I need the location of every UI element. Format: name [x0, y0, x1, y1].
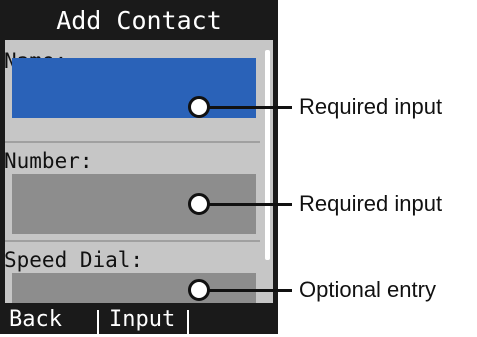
device-screen: Add Contact Name: Number: Speed Dial: Ba… [0, 0, 278, 334]
callout-speed-dial-text: Optional entry [299, 277, 436, 302]
empty-softkey[interactable] [190, 303, 278, 334]
back-softkey[interactable]: Back [0, 303, 96, 334]
callout-leader [200, 289, 292, 292]
callout-leader [200, 203, 292, 206]
divider [5, 141, 260, 143]
softkey-divider [97, 310, 99, 334]
callout-name-text: Required input [299, 94, 443, 119]
callout-dot-icon [188, 96, 210, 118]
callout-leader [200, 106, 292, 109]
divider [5, 240, 260, 242]
callout-dot-icon [188, 279, 210, 301]
speed-dial-label: Speed Dial: [4, 248, 144, 272]
input-softkey[interactable]: Input [100, 303, 186, 334]
number-label: Number: [4, 149, 93, 173]
speed-dial-field[interactable] [12, 273, 256, 303]
scrollbar[interactable] [265, 50, 270, 260]
screen-title: Add Contact [0, 0, 278, 40]
callout-dot-icon [188, 193, 210, 215]
callout-number-text: Required input [299, 191, 443, 216]
softkey-divider [187, 310, 189, 334]
name-field[interactable] [12, 58, 256, 118]
